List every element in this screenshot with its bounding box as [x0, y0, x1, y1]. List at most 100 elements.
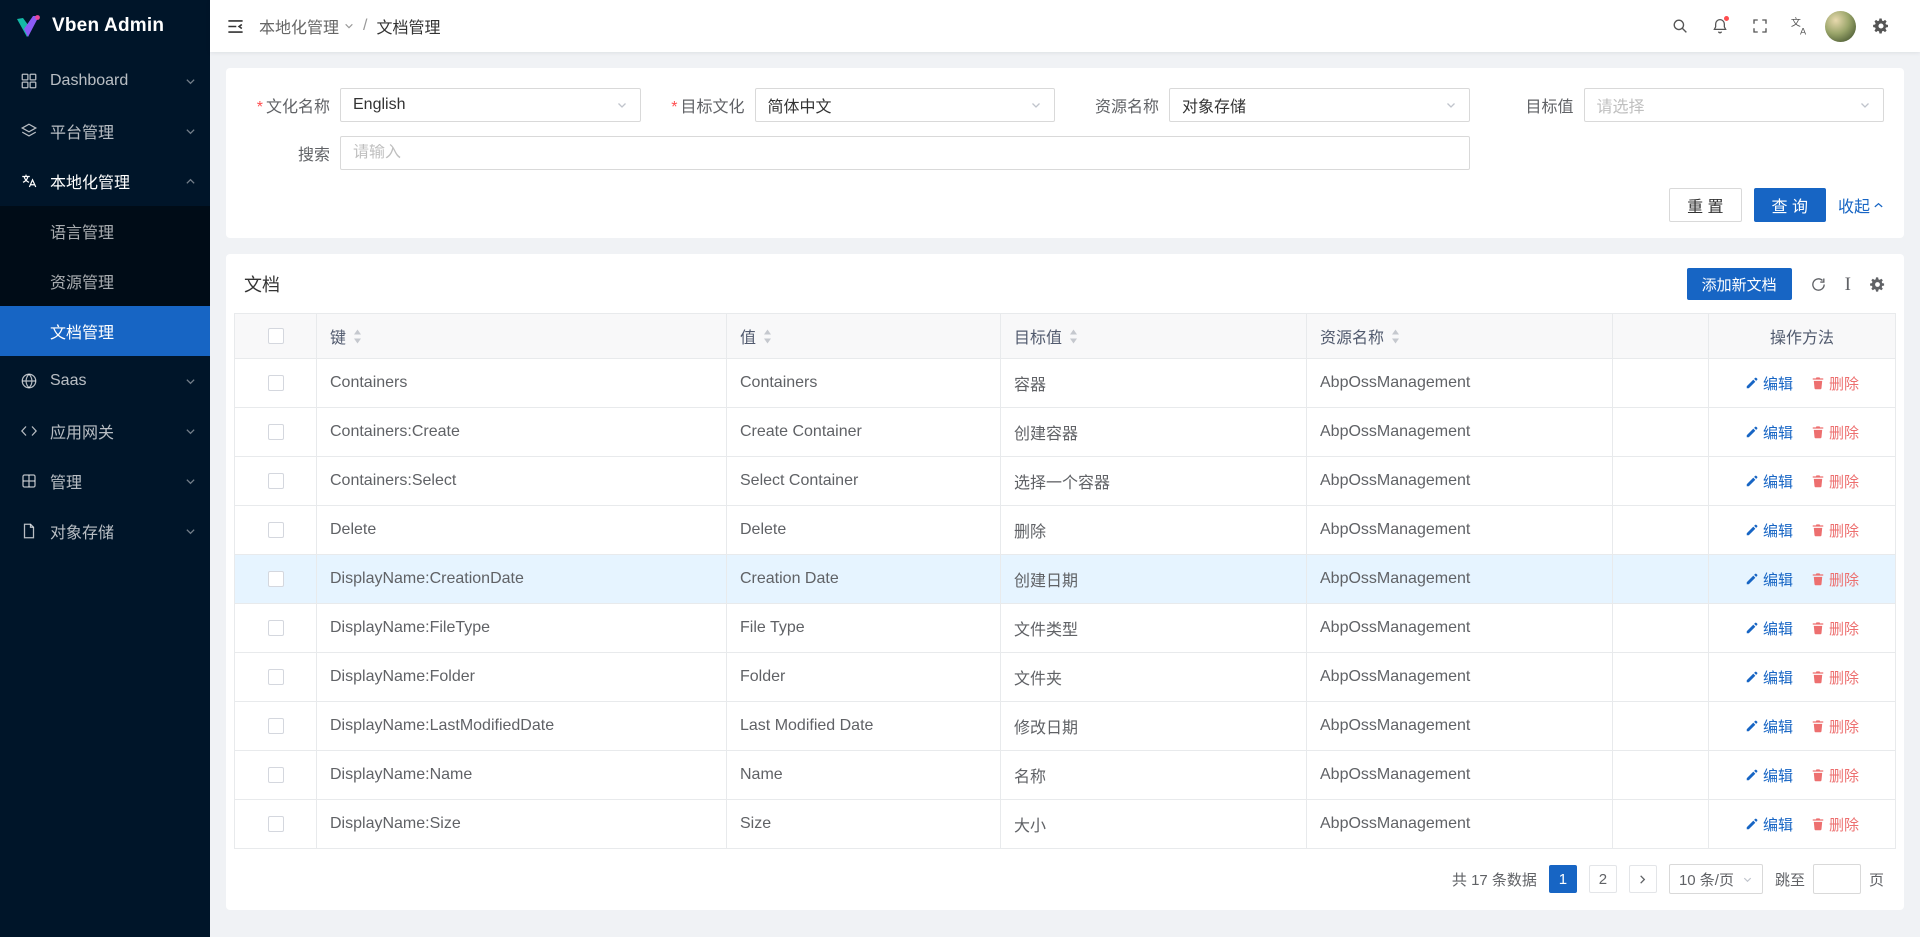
sidebar-item-management[interactable]: 管理 — [0, 456, 210, 506]
column-header-target-value[interactable]: 目标值 — [1001, 314, 1307, 359]
edit-button[interactable]: 编辑 — [1745, 422, 1793, 443]
layers-icon — [20, 122, 39, 141]
row-checkbox[interactable] — [268, 522, 284, 538]
row-checkbox[interactable] — [268, 473, 284, 489]
settings-gear-icon[interactable] — [1864, 9, 1898, 43]
cell-target-value: 大小 — [1001, 800, 1307, 849]
row-checkbox[interactable] — [268, 571, 284, 587]
notification-bell-icon[interactable] — [1703, 9, 1737, 43]
user-avatar[interactable] — [1825, 11, 1856, 42]
row-checkbox[interactable] — [268, 767, 284, 783]
delete-button[interactable]: 删除 — [1811, 765, 1859, 786]
row-checkbox[interactable] — [268, 718, 284, 734]
column-header-value[interactable]: 值 — [727, 314, 1001, 359]
pagination-total: 共 17 条数据 — [1452, 869, 1537, 890]
sidebar-item-object-storage[interactable]: 对象存储 — [0, 506, 210, 556]
target-culture-select[interactable]: 简体中文 — [755, 88, 1056, 122]
edit-button[interactable]: 编辑 — [1745, 520, 1793, 541]
sidebar-item-document-management[interactable]: 文档管理 — [0, 306, 210, 356]
edit-button[interactable]: 编辑 — [1745, 765, 1793, 786]
chevron-down-icon — [1742, 874, 1753, 885]
row-height-icon[interactable]: I — [1845, 275, 1851, 294]
chevron-down-icon — [185, 426, 196, 437]
edit-button[interactable]: 编辑 — [1745, 618, 1793, 639]
sidebar-item-localization-management[interactable]: 本地化管理 — [0, 156, 210, 206]
menu-fold-icon[interactable] — [226, 17, 245, 36]
edit-button[interactable]: 编辑 — [1745, 373, 1793, 394]
refresh-icon[interactable] — [1810, 276, 1827, 293]
trash-icon — [1811, 572, 1825, 586]
chevron-down-icon — [1445, 99, 1457, 111]
cell-resource-name: AbpOssManagement — [1307, 457, 1613, 506]
sidebar-item-dashboard[interactable]: Dashboard — [0, 56, 210, 106]
cell-actions: 编辑 删除 — [1709, 457, 1896, 506]
row-checkbox[interactable] — [268, 816, 284, 832]
column-header-key[interactable]: 键 — [317, 314, 727, 359]
edit-button[interactable]: 编辑 — [1745, 569, 1793, 590]
delete-button[interactable]: 删除 — [1811, 520, 1859, 541]
query-button[interactable]: 查 询 — [1754, 188, 1826, 222]
logo-text: Vben Admin — [52, 15, 164, 37]
chevron-down-icon — [1030, 99, 1042, 111]
edit-button[interactable]: 编辑 — [1745, 667, 1793, 688]
trash-icon — [1811, 621, 1825, 635]
culture-name-select[interactable]: English — [340, 88, 641, 122]
next-page-button[interactable] — [1629, 865, 1657, 893]
breadcrumb-parent[interactable]: 本地化管理 — [259, 14, 354, 38]
delete-button[interactable]: 删除 — [1811, 716, 1859, 737]
pencil-icon — [1745, 425, 1759, 439]
resource-name-select[interactable]: 对象存储 — [1169, 88, 1470, 122]
target-value-select[interactable]: 请选择 — [1584, 88, 1885, 122]
delete-button[interactable]: 删除 — [1811, 814, 1859, 835]
sidebar-item-saas[interactable]: Saas — [0, 356, 210, 406]
add-document-button[interactable]: 添加新文档 — [1687, 268, 1792, 300]
page-button-2[interactable]: 2 — [1589, 865, 1617, 893]
cell-value: Size — [727, 800, 1001, 849]
row-checkbox[interactable] — [268, 375, 284, 391]
filter-panel: *文化名称 English *目标文化 简体中文 资源名称 — [226, 68, 1904, 238]
column-settings-gear-icon[interactable] — [1869, 276, 1886, 293]
pencil-icon — [1745, 572, 1759, 586]
row-checkbox[interactable] — [268, 424, 284, 440]
cell-resource-name: AbpOssManagement — [1307, 408, 1613, 457]
delete-button[interactable]: 删除 — [1811, 569, 1859, 590]
table-row: DisplayName:Size Size 大小 AbpOssManagemen… — [235, 800, 1896, 849]
jump-page-input[interactable] — [1813, 864, 1861, 894]
sidebar-item-platform-management[interactable]: 平台管理 — [0, 106, 210, 156]
search-icon[interactable] — [1663, 9, 1697, 43]
logo[interactable]: Vben Admin — [0, 0, 210, 52]
trash-icon — [1811, 474, 1825, 488]
cell-value: Delete — [727, 506, 1001, 555]
fullscreen-icon[interactable] — [1743, 9, 1777, 43]
jump-label: 跳至 — [1775, 869, 1805, 890]
sidebar-item-app-gateway[interactable]: 应用网关 — [0, 406, 210, 456]
search-input[interactable] — [353, 144, 1457, 162]
delete-button[interactable]: 删除 — [1811, 422, 1859, 443]
table-row: DisplayName:CreationDate Creation Date 创… — [235, 555, 1896, 604]
row-checkbox[interactable] — [268, 669, 284, 685]
sidebar: Vben Admin Dashboard 平台管理 本地化管理 — [0, 0, 210, 937]
delete-button[interactable]: 删除 — [1811, 618, 1859, 639]
cell-resource-name: AbpOssManagement — [1307, 751, 1613, 800]
translate-icon[interactable]: 文A — [1783, 9, 1817, 43]
select-all-checkbox[interactable] — [268, 328, 284, 344]
breadcrumb-current: 文档管理 — [376, 14, 440, 38]
edit-button[interactable]: 编辑 — [1745, 814, 1793, 835]
pencil-icon — [1745, 376, 1759, 390]
collapse-link[interactable]: 收起 — [1838, 193, 1884, 217]
table-title: 文档 — [244, 271, 280, 297]
column-header-resource-name[interactable]: 资源名称 — [1307, 314, 1613, 359]
edit-button[interactable]: 编辑 — [1745, 471, 1793, 492]
table-row: Containers:Select Select Container 选择一个容… — [235, 457, 1896, 506]
delete-button[interactable]: 删除 — [1811, 373, 1859, 394]
edit-button[interactable]: 编辑 — [1745, 716, 1793, 737]
sort-icon — [763, 329, 772, 344]
delete-button[interactable]: 删除 — [1811, 471, 1859, 492]
delete-button[interactable]: 删除 — [1811, 667, 1859, 688]
sidebar-item-language-management[interactable]: 语言管理 — [0, 206, 210, 256]
page-button-1[interactable]: 1 — [1549, 865, 1577, 893]
reset-button[interactable]: 重 置 — [1669, 188, 1741, 222]
sidebar-item-resource-management[interactable]: 资源管理 — [0, 256, 210, 306]
row-checkbox[interactable] — [268, 620, 284, 636]
page-size-select[interactable]: 10 条/页 — [1669, 864, 1763, 894]
